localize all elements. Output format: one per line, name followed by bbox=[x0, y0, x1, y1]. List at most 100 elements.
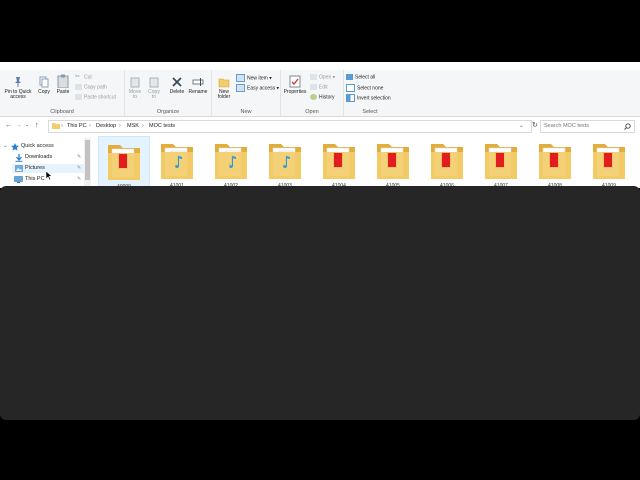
pin-icon[interactable]: ✎ bbox=[77, 176, 81, 183]
file-item[interactable]: 41009 bbox=[584, 136, 634, 188]
search-box[interactable]: Search MOC tests bbox=[540, 120, 635, 133]
edit-button[interactable]: Edit bbox=[310, 84, 328, 90]
nav-pictures[interactable]: Pictures bbox=[25, 165, 45, 172]
copy-to-button[interactable]: Copy to bbox=[146, 76, 162, 100]
crumb-separator-icon: › bbox=[119, 123, 121, 129]
search-icon bbox=[624, 123, 631, 130]
pdf-folder-icon bbox=[593, 144, 625, 179]
address-path-box[interactable]: › This PC › Desktop › MSK › MOC tests ⌄ bbox=[48, 120, 532, 133]
computer-icon bbox=[14, 176, 23, 183]
star-icon bbox=[11, 143, 19, 151]
select-group: Select all Select none Invert selection … bbox=[344, 70, 396, 116]
file-item[interactable]: 41001 bbox=[152, 136, 202, 188]
mouse-cursor-icon bbox=[45, 170, 53, 181]
invert-selection-icon bbox=[346, 94, 355, 102]
copy-button[interactable]: Copy bbox=[36, 76, 52, 95]
file-item[interactable]: 40000 bbox=[98, 136, 150, 188]
rename-button[interactable]: Rename bbox=[187, 76, 209, 95]
clipboard-group-label: Clipboard bbox=[50, 109, 74, 115]
file-item[interactable]: 41002 bbox=[206, 136, 256, 188]
move-to-icon bbox=[130, 77, 140, 88]
properties-button[interactable]: Properties bbox=[282, 75, 308, 95]
new-item-icon bbox=[236, 74, 245, 82]
nav-quick-access[interactable]: Quick access bbox=[21, 143, 54, 150]
pdf-folder-icon bbox=[323, 144, 355, 179]
cut-button[interactable]: ✂ Cut bbox=[75, 74, 92, 80]
open-button[interactable]: Open ▾ bbox=[310, 74, 335, 80]
nav-scrollbar[interactable] bbox=[84, 138, 91, 188]
file-item[interactable]: 41003 bbox=[260, 136, 310, 188]
invert-selection-button[interactable]: Invert selection bbox=[346, 94, 391, 102]
organize-group: Move to Copy to Delete Rename Organize bbox=[125, 70, 212, 116]
file-item[interactable]: 41008 bbox=[530, 136, 580, 188]
paste-button[interactable]: Paste bbox=[54, 74, 72, 95]
file-grid: 4000041001410024100341004410054100641007… bbox=[98, 134, 640, 188]
easy-access-icon bbox=[236, 84, 245, 92]
open-icon bbox=[310, 74, 317, 80]
crumb-desktop[interactable]: Desktop bbox=[96, 123, 116, 130]
file-item[interactable]: 41006 bbox=[422, 136, 472, 188]
copy-path-button[interactable]: Copy path bbox=[75, 84, 107, 90]
download-arrow-icon bbox=[15, 154, 23, 162]
address-dropdown-chevron-icon[interactable]: ⌄ bbox=[519, 123, 524, 130]
navigation-pane: ⌄ Quick access Downloads ✎ Pictures ✎ Th… bbox=[0, 138, 92, 188]
properties-check-icon bbox=[289, 75, 301, 88]
delete-x-icon bbox=[172, 77, 182, 87]
pin-icon[interactable]: ✎ bbox=[77, 165, 81, 172]
file-item[interactable]: 41007 bbox=[476, 136, 526, 188]
new-group-label: New bbox=[240, 109, 252, 115]
new-item-button[interactable]: New item ▾ bbox=[236, 74, 272, 82]
recent-locations-chevron-icon[interactable]: ⌄ bbox=[25, 121, 29, 130]
crumb-separator-icon: › bbox=[89, 123, 91, 129]
address-bar-row: ← → ⌄ ↑ › This PC › Desktop › MSK › MOC … bbox=[0, 119, 640, 133]
crumb-separator-icon: › bbox=[61, 123, 63, 129]
open-group-label: Open bbox=[305, 109, 319, 115]
expand-chevron-icon[interactable]: ⌄ bbox=[3, 143, 8, 150]
up-arrow-icon[interactable]: ↑ bbox=[35, 121, 39, 130]
search-placeholder: Search MOC tests bbox=[544, 123, 589, 129]
new-folder-button[interactable]: New folder bbox=[214, 76, 234, 100]
crumb-this-pc[interactable]: This PC bbox=[67, 123, 87, 130]
paste-shortcut-button[interactable]: Paste shortcut bbox=[75, 94, 116, 100]
open-group: Properties Open ▾ Edit History Open bbox=[281, 70, 344, 116]
nav-downloads[interactable]: Downloads bbox=[25, 154, 52, 161]
move-to-button[interactable]: Move to bbox=[127, 76, 143, 100]
pin-to-quick-access-button[interactable]: Pin to Quick access bbox=[2, 76, 34, 100]
edit-icon bbox=[310, 84, 317, 90]
new-group: New folder New item ▾ Easy access ▾ New bbox=[212, 70, 281, 116]
paste-icon bbox=[57, 74, 69, 89]
select-none-icon bbox=[346, 84, 355, 92]
back-arrow-icon[interactable]: ← bbox=[5, 121, 12, 130]
ribbon: Pin to Quick access Copy Paste ✂ Cut Copy… bbox=[0, 70, 640, 117]
pin-icon bbox=[15, 77, 21, 87]
file-item[interactable]: 41004 bbox=[314, 136, 364, 188]
forward-arrow-icon[interactable]: → bbox=[15, 121, 22, 130]
history-button[interactable]: History bbox=[310, 94, 335, 100]
delete-button[interactable]: Delete bbox=[167, 76, 187, 95]
audio-folder-icon bbox=[215, 144, 247, 179]
pdf-folder-icon bbox=[539, 144, 571, 179]
nav-scrollbar-thumb[interactable] bbox=[85, 140, 90, 180]
pdf-folder-icon bbox=[377, 144, 409, 179]
easy-access-button[interactable]: Easy access ▾ bbox=[236, 84, 279, 92]
file-item[interactable]: 41005 bbox=[368, 136, 418, 188]
select-none-button[interactable]: Select none bbox=[346, 84, 383, 92]
scissors-icon: ✂ bbox=[75, 74, 81, 80]
crumb-moc-tests[interactable]: MOC tests bbox=[149, 123, 175, 130]
pdf-folder-icon bbox=[108, 145, 140, 180]
pin-icon[interactable]: ✎ bbox=[77, 154, 81, 161]
select-all-button[interactable]: Select all bbox=[346, 74, 375, 80]
crumb-msk[interactable]: MSK bbox=[127, 123, 139, 130]
clipboard-group: Pin to Quick access Copy Paste ✂ Cut Copy… bbox=[0, 70, 125, 116]
copy-path-icon bbox=[75, 84, 82, 90]
nav-this-pc[interactable]: This PC bbox=[25, 176, 45, 183]
copy-to-icon bbox=[149, 77, 159, 88]
crumb-separator-icon: › bbox=[142, 123, 144, 129]
refresh-icon[interactable]: ↻ bbox=[532, 121, 538, 130]
paste-shortcut-icon bbox=[75, 94, 82, 100]
dark-overlay-panel bbox=[0, 186, 640, 420]
rename-icon bbox=[192, 78, 204, 86]
history-icon bbox=[310, 94, 317, 100]
file-explorer-window: Pin to Quick access Copy Paste ✂ Cut Copy… bbox=[0, 62, 640, 188]
organize-group-label: Organize bbox=[156, 109, 180, 115]
